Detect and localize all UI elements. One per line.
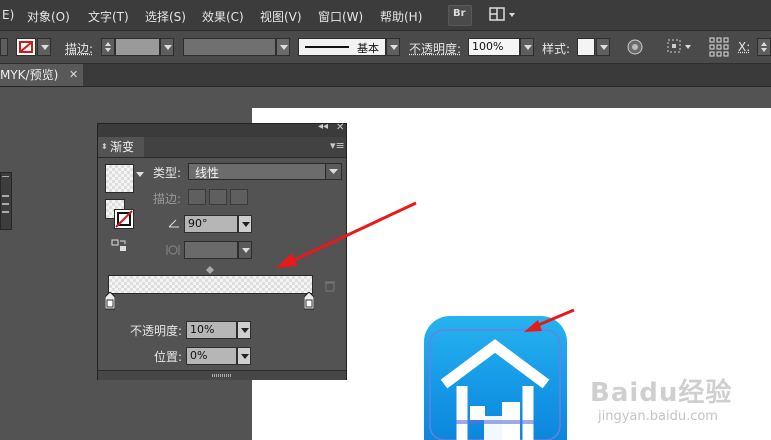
stroke-along-button[interactable]: [209, 189, 227, 205]
opacity-field[interactable]: 100%: [468, 38, 520, 56]
menu-edit[interactable]: E): [2, 8, 14, 22]
variable-width-dropdown[interactable]: [276, 38, 290, 56]
close-panel-icon[interactable]: ✕: [336, 122, 344, 133]
arrange-documents-button[interactable]: [488, 5, 518, 24]
stepper-arrows-icon: [105, 42, 111, 52]
collapsed-panel-dock[interactable]: [0, 172, 12, 230]
delete-stop-icon[interactable]: [324, 280, 336, 292]
recolor-artwork-icon[interactable]: [626, 38, 644, 56]
menu-bar: E) 对象(O) 文字(T) 选择(S) 效果(C) 视图(V) 窗口(W) 帮…: [0, 0, 771, 31]
document-tab[interactable]: MYK/预览) ✕: [0, 64, 83, 86]
stroke-within-button[interactable]: [188, 189, 206, 205]
reverse-gradient-icon[interactable]: [111, 238, 129, 254]
stroke-indicator[interactable]: [114, 209, 134, 229]
stepper-arrows-icon: [761, 42, 767, 52]
menu-effect[interactable]: 效果(C): [202, 8, 244, 25]
panel-tab-row: ⬍ 渐变 ▾≡: [98, 137, 346, 158]
gradient-panel: ◂◂ ✕ ⬍ 渐变 ▾≡ 类型: 线性 描边: 90° 不透明度: 10% 位置…: [97, 121, 347, 380]
house-app-icon[interactable]: [424, 316, 567, 440]
panel-title-bar[interactable]: ◂◂ ✕: [98, 121, 346, 137]
gradient-fill-swatch[interactable]: [105, 164, 134, 193]
gradient-type-select[interactable]: 线性: [188, 163, 342, 180]
stroke-label[interactable]: 描边:: [65, 40, 93, 57]
opacity-label: 不透明度:: [130, 324, 183, 338]
variable-width-profile[interactable]: [183, 38, 276, 56]
aspect-ratio-dropdown: [238, 241, 252, 259]
watermark-brand: Baidu经验: [590, 378, 733, 408]
gradient-tab[interactable]: ⬍ 渐变: [98, 137, 144, 157]
brush-style-label: 基本: [357, 42, 379, 55]
panel-menu-icon[interactable]: ▾≡: [330, 139, 345, 152]
collapse-panel-icon[interactable]: ◂◂: [318, 121, 328, 132]
no-stroke-icon: [115, 210, 133, 228]
menu-type[interactable]: 文字(T): [88, 8, 129, 25]
menu-view[interactable]: 视图(V): [260, 8, 302, 25]
menu-object[interactable]: 对象(O): [27, 8, 70, 25]
no-stroke-icon: [19, 41, 33, 53]
graphic-style-swatch[interactable]: [577, 38, 595, 56]
stroke-weight-dropdown[interactable]: [160, 38, 174, 56]
gradient-tab-label: 渐变: [110, 140, 135, 154]
angle-dropdown[interactable]: [238, 215, 252, 233]
stroke-weight-field[interactable]: [115, 38, 160, 56]
brush-definition[interactable]: 基本: [298, 38, 386, 56]
stop-opacity-dropdown[interactable]: [237, 321, 251, 339]
watermark-url: jingyan.baidu.com: [598, 409, 718, 424]
gradient-slider[interactable]: [108, 275, 313, 294]
document-tab-title: MYK/预览): [0, 68, 59, 82]
stroke-none-swatch[interactable]: [16, 38, 36, 56]
stroke-gradient-options: [188, 189, 248, 205]
document-tab-bar: [0, 64, 771, 87]
menu-select[interactable]: 选择(S): [145, 8, 186, 25]
panel-resize-bar[interactable]: [98, 370, 346, 380]
type-label: 类型:: [153, 166, 182, 180]
stop-location-field[interactable]: 0%: [186, 347, 237, 365]
angle-field[interactable]: 90°: [184, 215, 238, 233]
gradient-stop-right-icon[interactable]: [304, 292, 314, 310]
opacity-dropdown[interactable]: [520, 38, 534, 56]
graphic-style-dropdown[interactable]: [596, 38, 610, 56]
baidu-watermark: Baidu经验 jingyan.baidu.com: [590, 372, 732, 424]
x-position-label[interactable]: X:: [738, 40, 750, 54]
stop-location-dropdown[interactable]: [237, 347, 251, 365]
arrange-documents-icon: [489, 7, 515, 21]
house-icon: [429, 329, 561, 440]
location-label: 位置:: [154, 350, 183, 364]
x-position-stepper[interactable]: [757, 38, 771, 56]
tab-updown-icon: ⬍: [101, 142, 108, 151]
gradient-stop-left-icon[interactable]: [105, 292, 115, 310]
transform-reference-icon[interactable]: [665, 37, 695, 57]
chevron-down-icon: [329, 169, 338, 174]
gradient-type-value: 线性: [195, 166, 220, 180]
stroke-across-button[interactable]: [230, 189, 248, 205]
aspect-ratio-field: [184, 241, 238, 259]
reference-point-icon[interactable]: [709, 37, 729, 57]
menu-help[interactable]: 帮助(H): [380, 8, 422, 25]
style-label: 样式:: [542, 42, 571, 56]
bridge-button[interactable]: Br: [448, 5, 472, 26]
brush-dropdown[interactable]: [386, 38, 400, 56]
gradient-swatch-dropdown-icon[interactable]: [136, 172, 144, 178]
control-bar: 描边: 基本 不透明度: 100% 样式: X:: [0, 31, 771, 64]
stroke-gradient-label: 描边:: [153, 192, 182, 206]
stop-opacity-field[interactable]: 10%: [186, 321, 237, 339]
stroke-weight-stepper[interactable]: [101, 38, 115, 56]
opacity-label[interactable]: 不透明度:: [409, 40, 461, 57]
menu-window[interactable]: 窗口(W): [318, 8, 363, 25]
angle-icon: [168, 219, 179, 228]
aspect-ratio-icon: [166, 245, 180, 255]
close-tab-icon[interactable]: ✕: [69, 64, 78, 86]
stroke-swatch-dropdown[interactable]: [37, 38, 51, 56]
gradient-midpoint-icon[interactable]: [206, 266, 214, 274]
bridge-label: Br: [453, 8, 466, 19]
fill-swatch-partial[interactable]: [0, 38, 8, 56]
